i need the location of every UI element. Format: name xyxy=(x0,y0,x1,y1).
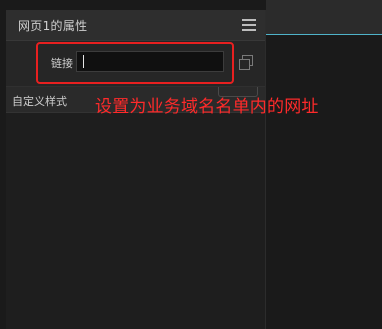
canvas-toolbar-strip xyxy=(266,0,382,34)
annotation-text: 设置为业务域名名单内的网址 xyxy=(95,97,319,117)
design-canvas[interactable] xyxy=(266,35,382,329)
panel-title: 网页1的属性 xyxy=(18,19,88,33)
link-label: 链接 xyxy=(51,57,73,70)
hamburger-menu-icon[interactable] xyxy=(242,19,256,31)
panel-body xyxy=(6,113,265,329)
custom-style-label: 自定义样式 xyxy=(12,95,67,108)
text-cursor xyxy=(83,55,84,68)
app-window: 网页1的属性 链接 自定义样式 设置为业务域名名单内的网址 xyxy=(0,0,382,329)
link-url-input[interactable] xyxy=(76,51,224,72)
link-property-row: 链接 xyxy=(6,41,265,87)
panel-header: 网页1的属性 xyxy=(6,10,265,41)
properties-panel: 网页1的属性 链接 自定义样式 xyxy=(6,10,266,329)
copy-icon[interactable] xyxy=(238,54,254,70)
